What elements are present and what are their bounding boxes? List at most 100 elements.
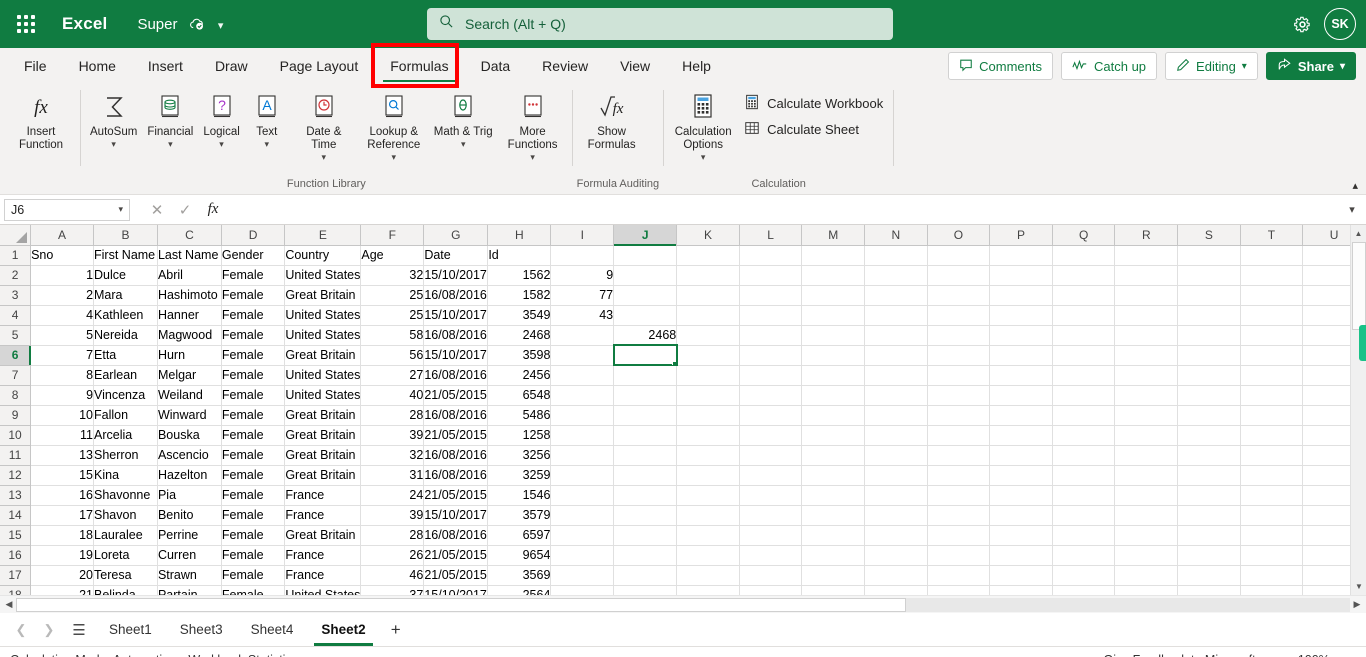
cell-J17[interactable] <box>613 565 678 586</box>
cell-A8[interactable]: 9 <box>30 385 95 406</box>
cell-G1[interactable]: Date <box>423 245 489 266</box>
cell-H16[interactable]: 9654 <box>487 545 552 566</box>
cell-B16[interactable]: Loreta <box>93 545 158 566</box>
cell-G4[interactable]: 15/10/2017 <box>423 305 489 326</box>
chevron-down-icon[interactable]: ▾ <box>111 139 116 150</box>
cell-Q12[interactable] <box>1052 465 1116 486</box>
tab-formulas[interactable]: Formulas <box>374 50 464 82</box>
cell-I11[interactable] <box>550 445 615 466</box>
cell-G13[interactable]: 21/05/2015 <box>423 485 489 506</box>
cell-E13[interactable]: France <box>284 485 362 506</box>
cell-A11[interactable]: 13 <box>30 445 95 466</box>
cell-R15[interactable] <box>1114 525 1179 546</box>
cell-T2[interactable] <box>1240 265 1304 286</box>
cell-F11[interactable]: 32 <box>360 445 425 466</box>
cell-N6[interactable] <box>864 345 928 366</box>
cell-N17[interactable] <box>864 565 928 586</box>
cell-P15[interactable] <box>989 525 1053 546</box>
share-button[interactable]: Share ▾ <box>1265 52 1356 80</box>
cell-M14[interactable] <box>801 505 866 526</box>
cell-J15[interactable] <box>613 525 678 546</box>
scroll-right-icon[interactable]: ▶ <box>1350 599 1364 610</box>
cell-E10[interactable]: Great Britain <box>284 425 362 446</box>
cell-E1[interactable]: Country <box>284 245 362 266</box>
cell-B5[interactable]: Nereida <box>93 325 158 346</box>
cell-B8[interactable]: Vincenza <box>93 385 158 406</box>
cell-A16[interactable]: 19 <box>30 545 95 566</box>
row-header-17[interactable]: 17 <box>0 565 32 586</box>
search-input[interactable]: Search (Alt + Q) <box>427 8 893 40</box>
cell-K4[interactable] <box>676 305 740 326</box>
cell-P2[interactable] <box>989 265 1053 286</box>
cell-H11[interactable]: 3256 <box>487 445 552 466</box>
enter-check-icon[interactable]: ✓ <box>172 199 198 221</box>
cell-C4[interactable]: Hanner <box>157 305 222 326</box>
cell-J8[interactable] <box>613 385 678 406</box>
cell-N13[interactable] <box>864 485 928 506</box>
cell-O1[interactable] <box>927 245 991 266</box>
cell-L18[interactable] <box>739 585 803 595</box>
column-header-k[interactable]: K <box>676 225 740 246</box>
cell-C7[interactable]: Melgar <box>157 365 222 386</box>
cell-F5[interactable]: 58 <box>360 325 425 346</box>
cell-K7[interactable] <box>676 365 740 386</box>
cell-B18[interactable]: Belinda <box>93 585 158 595</box>
row-header-1[interactable]: 1 <box>0 245 32 266</box>
cell-T9[interactable] <box>1240 405 1304 426</box>
cell-A6[interactable]: 7 <box>30 345 95 366</box>
cell-Q10[interactable] <box>1052 425 1116 446</box>
cell-L2[interactable] <box>739 265 803 286</box>
cell-S10[interactable] <box>1177 425 1241 446</box>
cell-L5[interactable] <box>739 325 803 346</box>
cell-L10[interactable] <box>739 425 803 446</box>
cell-J7[interactable] <box>613 365 678 386</box>
cell-P13[interactable] <box>989 485 1053 506</box>
cell-O15[interactable] <box>927 525 991 546</box>
lookup-reference-button[interactable]: Lookup & Reference ▾ <box>359 88 429 165</box>
cell-G8[interactable]: 21/05/2015 <box>423 385 489 406</box>
column-header-m[interactable]: M <box>801 225 866 246</box>
cell-H7[interactable]: 2456 <box>487 365 552 386</box>
cell-L15[interactable] <box>739 525 803 546</box>
cell-Q8[interactable] <box>1052 385 1116 406</box>
cell-K12[interactable] <box>676 465 740 486</box>
chevron-down-icon[interactable]: ▾ <box>530 152 535 163</box>
cell-M2[interactable] <box>801 265 866 286</box>
cell-J12[interactable] <box>613 465 678 486</box>
cell-I6[interactable] <box>550 345 615 366</box>
cell-E11[interactable]: Great Britain <box>284 445 362 466</box>
cell-G6[interactable]: 15/10/2017 <box>423 345 489 366</box>
cell-B15[interactable]: Lauralee <box>93 525 158 546</box>
cell-E8[interactable]: United States <box>284 385 362 406</box>
sheet-tab-sheet1[interactable]: Sheet1 <box>96 614 165 646</box>
cell-D6[interactable]: Female <box>221 345 286 366</box>
cell-A17[interactable]: 20 <box>30 565 95 586</box>
cell-N1[interactable] <box>864 245 928 266</box>
tab-insert[interactable]: Insert <box>132 50 199 82</box>
scroll-down-icon[interactable]: ▼ <box>1351 578 1366 595</box>
cell-G5[interactable]: 16/08/2016 <box>423 325 489 346</box>
cell-S1[interactable] <box>1177 245 1241 266</box>
cell-M12[interactable] <box>801 465 866 486</box>
cell-G10[interactable]: 21/05/2015 <box>423 425 489 446</box>
row-header-11[interactable]: 11 <box>0 445 32 466</box>
cell-D11[interactable]: Female <box>221 445 286 466</box>
column-header-j[interactable]: J <box>613 225 678 246</box>
column-header-a[interactable]: A <box>30 225 95 246</box>
catch-up-button[interactable]: Catch up <box>1061 52 1158 80</box>
cell-L12[interactable] <box>739 465 803 486</box>
cell-N15[interactable] <box>864 525 928 546</box>
cell-R8[interactable] <box>1114 385 1179 406</box>
cell-O16[interactable] <box>927 545 991 566</box>
chevron-left-icon[interactable]: ❮ <box>8 617 34 643</box>
cell-C2[interactable]: Abril <box>157 265 222 286</box>
chevron-right-icon[interactable]: ❯ <box>36 617 62 643</box>
chevron-down-icon[interactable]: ▾ <box>322 152 327 163</box>
column-header-c[interactable]: C <box>157 225 222 246</box>
cell-K3[interactable] <box>676 285 740 306</box>
cell-M10[interactable] <box>801 425 866 446</box>
cell-N16[interactable] <box>864 545 928 566</box>
cell-K5[interactable] <box>676 325 740 346</box>
cell-D14[interactable]: Female <box>221 505 286 526</box>
cell-J18[interactable] <box>613 585 678 595</box>
